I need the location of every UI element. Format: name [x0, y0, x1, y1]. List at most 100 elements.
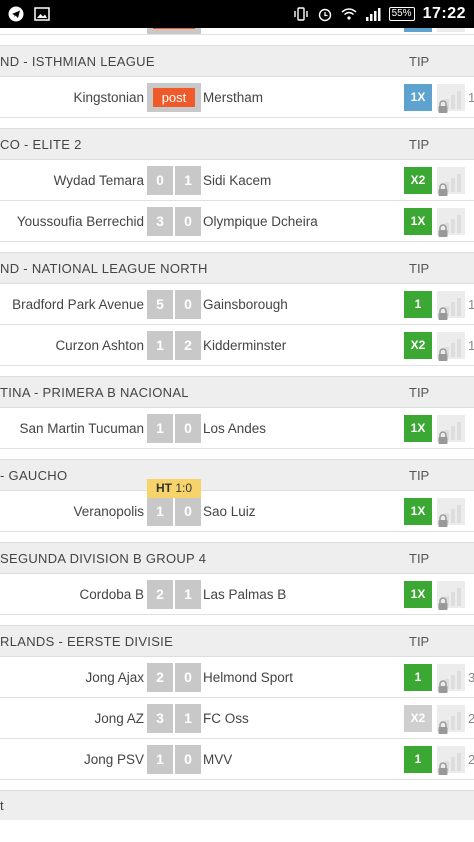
prediction-count: 1: [468, 90, 474, 105]
tip-button[interactable]: 1X: [404, 415, 432, 442]
match-row[interactable]: Kingstonian post Merstham 1X 1: [0, 77, 474, 118]
status-bar: 55% 17:22: [0, 0, 474, 28]
away-score: 2: [175, 331, 201, 360]
home-team: Youssoufia Berrechid: [16, 214, 144, 229]
lock-icon: [437, 762, 449, 775]
away-team: Sidi Kacem: [203, 173, 272, 188]
league-header[interactable]: SEGUNDA DIVISION B GROUP 4 TIP: [0, 542, 474, 574]
match-row[interactable]: San Martin Tucuman 1 0 Los Andes 1X: [0, 408, 474, 449]
match-row[interactable]: Curzon Ashton 1 2 Kidderminster X2 1: [0, 325, 474, 366]
match-row[interactable]: HT 1:0 Veranopolis 1 0 Sao Luiz 1X: [0, 479, 474, 532]
tip-button[interactable]: 1X: [404, 498, 432, 525]
match-row[interactable]: Jong Ajax 2 0 Helmond Sport 1 3: [0, 657, 474, 698]
league-name: TINA - PRIMERA B NACIONAL: [0, 384, 189, 400]
home-team: Jong Ajax: [85, 670, 144, 685]
battery-indicator: 55%: [388, 7, 415, 21]
tip-column-label: TIP: [409, 550, 430, 566]
tip-button[interactable]: 1X: [404, 208, 432, 235]
home-score: 0: [147, 166, 173, 195]
away-team: MVV: [203, 752, 233, 767]
tip-button[interactable]: X2: [404, 705, 432, 732]
prediction-count: 2: [468, 752, 474, 767]
home-score: 1: [147, 745, 173, 774]
away-score: 1: [175, 166, 201, 195]
lock-icon: [437, 680, 449, 693]
league-header[interactable]: ND - NATIONAL LEAGUE NORTH TIP: [0, 252, 474, 284]
tip-column-label: TIP: [409, 384, 430, 400]
league-name: RLANDS - EERSTE DIVISIE: [0, 633, 174, 649]
tip-button[interactable]: X2: [404, 332, 432, 359]
tip-column-label: TIP: [409, 136, 430, 152]
lock-icon: [437, 431, 449, 444]
halftime-badge: HT 1:0: [147, 479, 201, 498]
tip-button[interactable]: 1: [404, 664, 432, 691]
tip-button[interactable]: 1: [404, 291, 432, 318]
away-team: Gainsborough: [203, 297, 288, 312]
lock-icon: [437, 721, 449, 734]
away-score: 0: [175, 497, 201, 526]
away-team: Sao Luiz: [203, 504, 256, 519]
tip-column-label: TIP: [409, 53, 430, 69]
league-header[interactable]: TINA - PRIMERA B NACIONAL TIP: [0, 376, 474, 408]
prediction-count: 3: [468, 670, 474, 685]
league-header[interactable]: CO - ELITE 2 TIP: [0, 128, 474, 160]
tip-button[interactable]: 1X: [404, 84, 432, 111]
league-name: SEGUNDA DIVISION B GROUP 4: [0, 550, 207, 566]
league-name: ND - ISTHMIAN LEAGUE: [0, 53, 155, 69]
home-score: 3: [147, 207, 173, 236]
home-score: 2: [147, 663, 173, 692]
away-score: 0: [175, 414, 201, 443]
lock-icon: [437, 224, 449, 237]
home-team: San Martin Tucuman: [19, 421, 144, 436]
league-header-partial[interactable]: t: [0, 790, 474, 820]
match-row[interactable]: Jong AZ 3 1 FC Oss X2 2: [0, 698, 474, 739]
home-score: 1: [147, 414, 173, 443]
home-team: Veranopolis: [73, 504, 144, 519]
match-row[interactable]: Bradford Park Avenue 5 0 Gainsborough 1 1: [0, 284, 474, 325]
away-score: 1: [175, 580, 201, 609]
home-score: 1: [147, 497, 173, 526]
prediction-count: 2: [468, 711, 474, 726]
away-team: Olympique Dcheira: [203, 214, 318, 229]
away-team: Los Andes: [203, 421, 267, 436]
away-team: Kidderminster: [203, 338, 287, 353]
away-team: FC Oss: [203, 711, 249, 726]
image-icon: [34, 6, 50, 22]
match-row[interactable]: Wydad Temara 0 1 Sidi Kacem X2: [0, 160, 474, 201]
league-header[interactable]: RLANDS - EERSTE DIVISIE TIP: [0, 625, 474, 657]
away-score: 1: [175, 704, 201, 733]
tip-column-label: TIP: [409, 467, 430, 483]
clock: 17:22: [422, 5, 466, 22]
home-team: Cordoba B: [79, 587, 144, 602]
prediction-count: 1: [468, 297, 474, 312]
away-team: Helmond Sport: [203, 670, 294, 685]
away-score: 0: [175, 207, 201, 236]
vibrate-icon: [293, 6, 309, 22]
home-score: 2: [147, 580, 173, 609]
home-team: Wydad Temara: [53, 173, 144, 188]
away-score: 0: [175, 290, 201, 319]
away-team: Las Palmas B: [203, 587, 287, 602]
alarm-icon: [317, 6, 333, 22]
home-team: Kingstonian: [73, 90, 144, 105]
tip-column-label: TIP: [409, 633, 430, 649]
home-team: Jong AZ: [94, 711, 144, 726]
wifi-icon: [341, 6, 357, 22]
home-score: 3: [147, 704, 173, 733]
telegram-icon: [8, 6, 24, 22]
tip-button[interactable]: X2: [404, 167, 432, 194]
match-row[interactable]: Youssoufia Berrechid 3 0 Olympique Dcheira 1…: [0, 201, 474, 242]
away-team: Merstham: [203, 90, 264, 105]
league-name: ND - NATIONAL LEAGUE NORTH: [0, 260, 208, 276]
match-row[interactable]: Cordoba B 2 1 Las Palmas B 1X: [0, 574, 474, 615]
lock-icon: [437, 348, 449, 361]
lock-icon: [437, 307, 449, 320]
league-header[interactable]: - GAUCHO TIP: [0, 459, 474, 491]
home-team: Jong PSV: [83, 752, 144, 767]
home-team: Bradford Park Avenue: [12, 297, 144, 312]
tip-button[interactable]: 1X: [404, 581, 432, 608]
lock-icon: [437, 514, 449, 527]
league-header[interactable]: ND - ISTHMIAN LEAGUE TIP: [0, 45, 474, 77]
tip-button[interactable]: 1: [404, 746, 432, 773]
match-row[interactable]: Jong PSV 1 0 MVV 1 2: [0, 739, 474, 780]
